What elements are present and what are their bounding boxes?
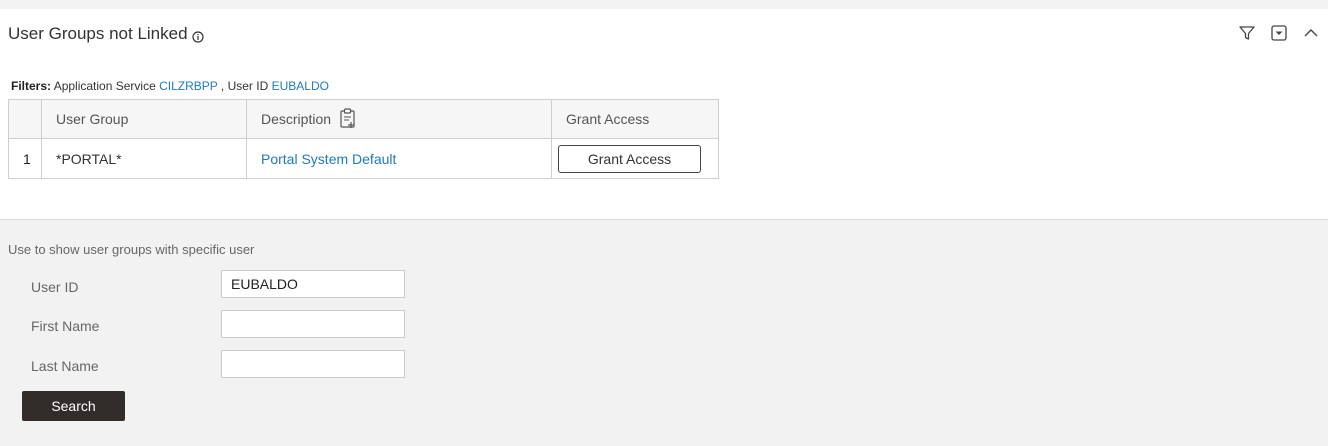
header-description-label: Description <box>261 111 332 127</box>
row-number: 1 <box>8 138 42 179</box>
first-name-field-label: First Name <box>31 318 100 334</box>
cell-description: Portal System Default <box>246 138 552 179</box>
info-icon[interactable] <box>191 28 204 43</box>
filter-icon[interactable] <box>1238 24 1256 42</box>
chevron-up-icon[interactable] <box>1302 24 1320 42</box>
search-hint: Use to show user groups with specific us… <box>8 242 255 257</box>
search-button[interactable]: Search <box>22 391 125 421</box>
header-user-group[interactable]: User Group <box>41 99 247 139</box>
service-value: CILZRBPP <box>159 79 218 93</box>
filter-summary: Filters: Application Service CILZRBPP , … <box>11 79 329 93</box>
top-divider <box>0 0 1328 9</box>
user-id-label: User ID <box>227 79 269 93</box>
panel-header-actions <box>1238 24 1320 42</box>
clipboard-icon[interactable] <box>339 107 357 132</box>
table-header-row: User Group Description Grant Access <box>8 99 719 139</box>
first-name-input[interactable] <box>221 310 405 338</box>
description-link[interactable]: Portal System Default <box>261 151 396 167</box>
cell-user-group: *PORTAL* <box>41 138 247 179</box>
last-name-input[interactable] <box>221 350 405 378</box>
header-row-number <box>8 99 42 139</box>
header-description[interactable]: Description <box>246 99 552 139</box>
last-name-field-label: Last Name <box>31 358 99 374</box>
user-search-panel: Use to show user groups with specific us… <box>0 219 1328 446</box>
user-groups-table: User Group Description Grant Access 1 *P… <box>8 99 719 179</box>
header-grant-access[interactable]: Grant Access <box>551 99 719 139</box>
panel-title-text: User Groups not Linked <box>8 24 188 43</box>
user-id-field-label: User ID <box>31 279 79 295</box>
grant-access-button[interactable]: Grant Access <box>558 144 701 173</box>
service-label: Application Service <box>53 79 156 93</box>
cell-grant-access: Grant Access <box>551 138 719 179</box>
user-id-value: EUBALDO <box>271 79 329 93</box>
dropdown-box-icon[interactable] <box>1270 24 1288 42</box>
filter-separator: , <box>220 79 225 93</box>
user-id-input[interactable] <box>221 270 405 298</box>
panel-title: User Groups not Linked <box>8 24 204 44</box>
filters-label: Filters: <box>11 79 52 93</box>
table-row: 1 *PORTAL* Portal System Default Grant A… <box>8 138 719 179</box>
